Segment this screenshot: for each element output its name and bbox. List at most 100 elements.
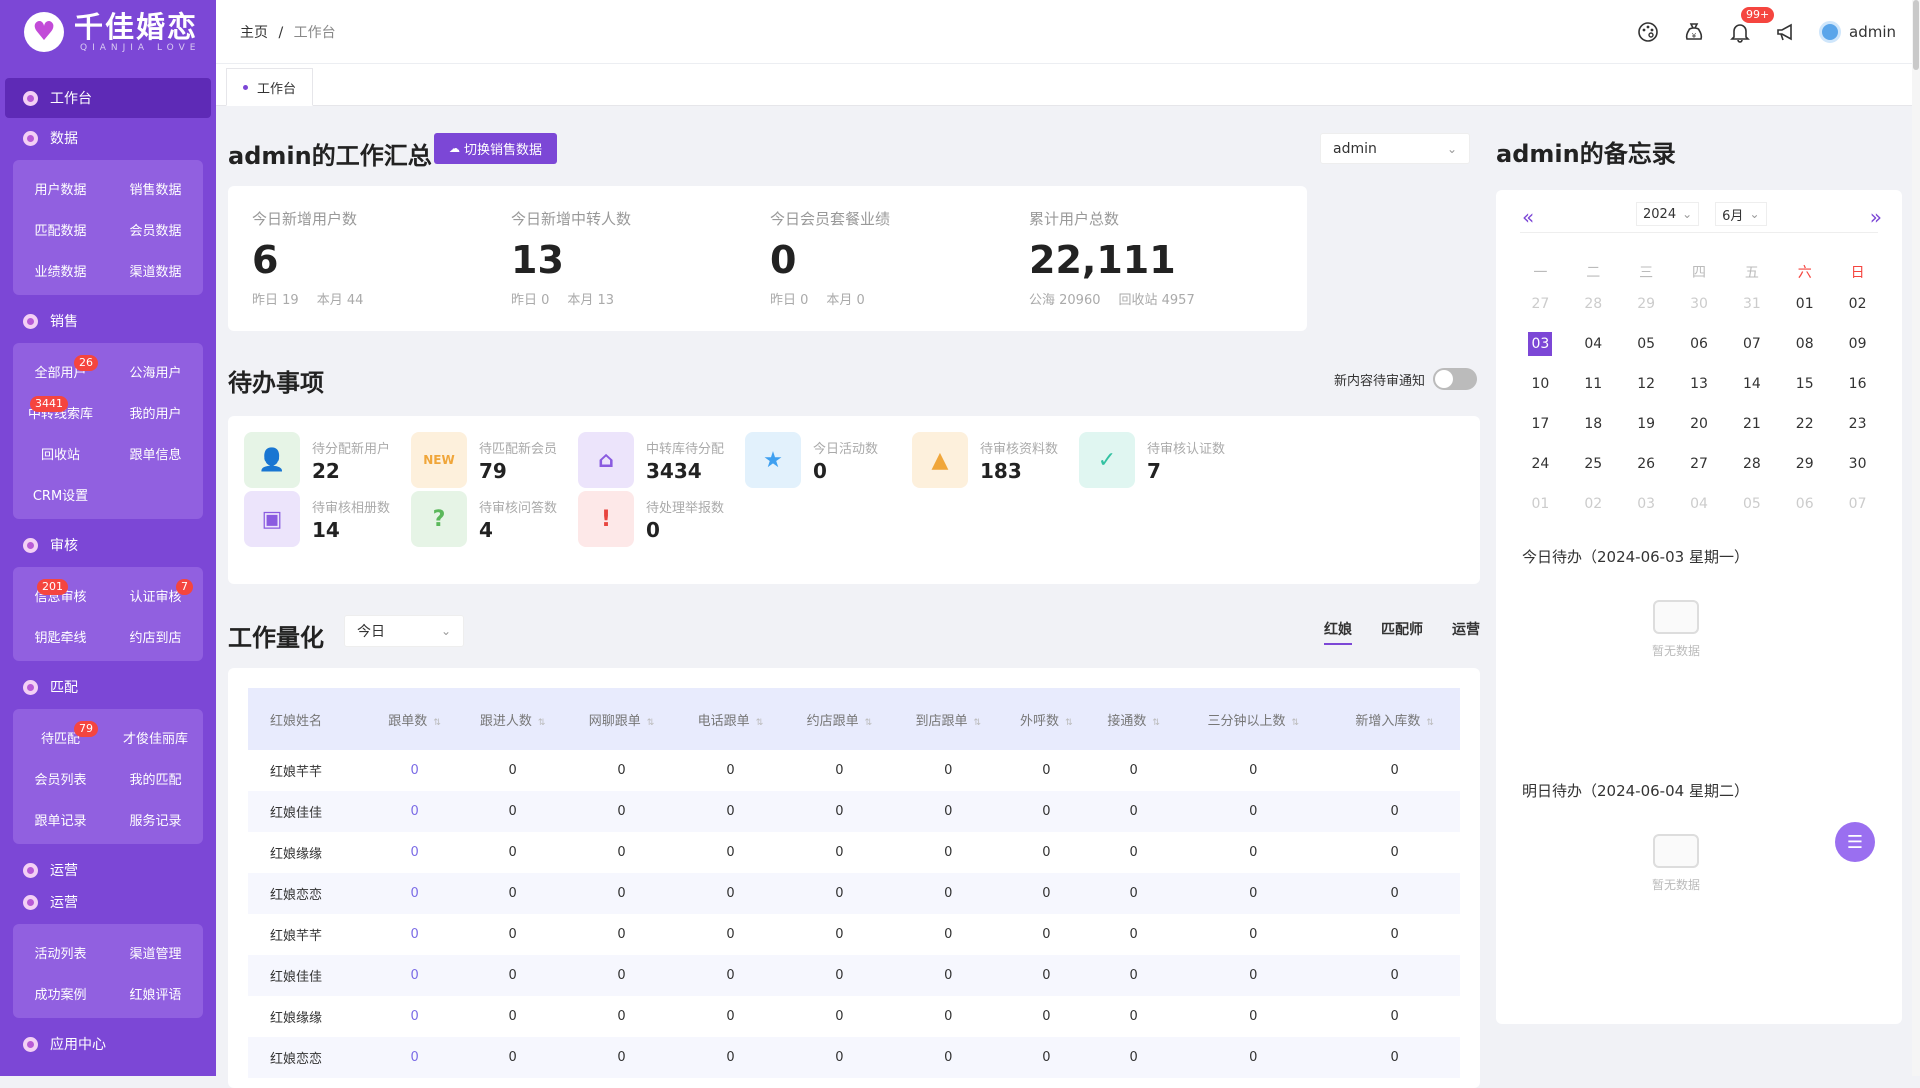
calendar-day[interactable]: 05	[1620, 324, 1673, 364]
calendar-day[interactable]: 01	[1778, 284, 1831, 324]
calendar-day[interactable]: 30	[1673, 284, 1726, 324]
calendar-day[interactable]: 03	[1620, 484, 1673, 524]
role-tab[interactable]: 匹配师	[1381, 619, 1423, 645]
sidebar-item[interactable]: 中转线索库 3441	[13, 392, 108, 433]
calendar-day[interactable]: 27	[1673, 444, 1726, 484]
prev-year-icon[interactable]: «	[1522, 205, 1534, 229]
switch-sales-data-button[interactable]: ☁ 切换销售数据	[434, 133, 558, 164]
sort-icon[interactable]: ⇅	[1152, 718, 1160, 728]
year-select[interactable]: 2024 ⌄	[1636, 202, 1700, 226]
calendar-day[interactable]: 11	[1567, 364, 1620, 404]
sidebar-item[interactable]: 红娘评语	[108, 973, 203, 1014]
sidebar-item[interactable]: 信息审核 201	[13, 575, 108, 616]
sidebar-item[interactable]: 成功案例	[13, 973, 108, 1014]
calendar-day[interactable]: 18	[1567, 404, 1620, 444]
sidebar-item[interactable]: 会员列表	[13, 758, 108, 799]
calendar-day[interactable]: 05	[1725, 484, 1778, 524]
calendar-day[interactable]: 21	[1725, 404, 1778, 444]
sidebar-item[interactable]: 约店到店	[108, 616, 203, 657]
sort-icon[interactable]: ⇅	[538, 718, 546, 728]
money-bag-icon[interactable]: ¥	[1681, 19, 1707, 45]
sidebar-section-1[interactable]: 销售	[0, 305, 216, 337]
palette-icon[interactable]	[1635, 19, 1661, 45]
table-header[interactable]: 网聊跟单 ⇅	[567, 688, 677, 750]
next-year-icon[interactable]: »	[1870, 205, 1882, 229]
calendar-day[interactable]: 02	[1831, 284, 1884, 324]
sidebar-section-0[interactable]: 数据	[0, 122, 216, 154]
sidebar-item[interactable]: 认证审核 7	[108, 575, 203, 616]
table-cell[interactable]: 0	[371, 750, 458, 791]
sidebar-section-ops[interactable]: 运营	[0, 854, 216, 886]
sort-icon[interactable]: ⇅	[647, 718, 655, 728]
sort-icon[interactable]: ⇅	[756, 718, 764, 728]
calendar-day[interactable]: 06	[1673, 324, 1726, 364]
sort-icon[interactable]: ⇅	[973, 718, 981, 728]
user-select[interactable]: admin ⌄	[1320, 133, 1470, 164]
calendar-day[interactable]: 07	[1831, 484, 1884, 524]
table-cell[interactable]: 0	[371, 832, 458, 873]
todo-item[interactable]: ! 待处理举报数 0	[578, 491, 778, 547]
audit-notify-toggle[interactable]: 新内容待审通知	[1334, 368, 1478, 390]
table-cell[interactable]: 0	[370, 791, 459, 832]
calendar-day[interactable]: 06	[1778, 484, 1831, 524]
sidebar-item[interactable]: 公海用户	[108, 351, 203, 392]
sort-icon[interactable]: ⇅	[1065, 718, 1073, 728]
calendar-day[interactable]: 31	[1725, 284, 1778, 324]
calendar-day[interactable]: 15	[1778, 364, 1831, 404]
table-cell[interactable]: 0	[370, 955, 459, 996]
sidebar-section-app-center[interactable]: 应用中心	[0, 1028, 216, 1060]
sidebar-item[interactable]: 销售数据	[108, 168, 203, 209]
calendar-day[interactable]: 23	[1831, 404, 1884, 444]
sidebar-item[interactable]: 活动列表	[13, 932, 108, 973]
sidebar-item[interactable]: 渠道管理	[108, 932, 203, 973]
calendar-day[interactable]: 28	[1567, 284, 1620, 324]
sidebar-item[interactable]: 会员数据	[108, 209, 203, 250]
calendar-day[interactable]: 27	[1514, 284, 1567, 324]
table-header[interactable]: 红娘姓名	[248, 688, 371, 750]
table-header[interactable]: 约店跟单 ⇅	[784, 688, 894, 750]
calendar-day[interactable]: 25	[1567, 444, 1620, 484]
calendar-day[interactable]: 14	[1725, 364, 1778, 404]
sidebar-item[interactable]: 回收站	[13, 433, 108, 474]
sort-icon[interactable]: ⇅	[1292, 718, 1300, 728]
sidebar-item[interactable]: 渠道数据	[108, 250, 203, 291]
page-scrollbar[interactable]	[1912, 0, 1920, 1076]
toggle-switch[interactable]	[1433, 368, 1478, 390]
sidebar-item[interactable]: 才俊佳丽库	[108, 717, 203, 758]
calendar-day[interactable]: 09	[1831, 324, 1884, 364]
list-float-button[interactable]: ☰	[1835, 822, 1875, 862]
sort-icon[interactable]: ⇅	[1426, 718, 1434, 728]
calendar-day[interactable]: 02	[1567, 484, 1620, 524]
calendar-day[interactable]: 16	[1831, 364, 1884, 404]
sidebar-item[interactable]: 跟单信息	[108, 433, 203, 474]
calendar-day[interactable]: 22	[1778, 404, 1831, 444]
calendar-day[interactable]: 29	[1620, 284, 1673, 324]
table-cell[interactable]: 0	[371, 996, 458, 1037]
table-cell[interactable]: 0	[371, 914, 458, 955]
sidebar-section-3[interactable]: 匹配	[0, 671, 216, 703]
month-select[interactable]: 6月 ⌄	[1715, 202, 1767, 226]
table-cell[interactable]: 0	[370, 873, 459, 914]
table-header[interactable]: 跟单数 ⇅	[370, 688, 459, 750]
sidebar-item[interactable]: 业绩数据	[13, 250, 108, 291]
sidebar-item[interactable]: 钥匙牵线	[13, 616, 108, 657]
table-header[interactable]: 电话跟单 ⇅	[676, 688, 785, 750]
calendar-day[interactable]: 24	[1514, 444, 1567, 484]
calendar-day[interactable]: 12	[1620, 364, 1673, 404]
calendar-day[interactable]: 20	[1673, 404, 1726, 444]
sidebar-item[interactable]: 用户数据	[13, 168, 108, 209]
table-cell[interactable]: 0	[370, 1037, 459, 1078]
table-header[interactable]: 到店跟单 ⇅	[893, 688, 1003, 750]
table-header[interactable]: 三分钟以上数 ⇅	[1177, 688, 1330, 750]
calendar-day[interactable]: 30	[1831, 444, 1884, 484]
sidebar-item[interactable]: 服务记录	[108, 799, 203, 840]
calendar-day[interactable]: 10	[1514, 364, 1567, 404]
user-menu[interactable]: admin	[1819, 20, 1896, 43]
sort-icon[interactable]: ⇅	[433, 718, 441, 728]
sidebar-item[interactable]: 待匹配 79	[13, 717, 108, 758]
calendar-day[interactable]: 04	[1673, 484, 1726, 524]
table-header[interactable]: 外呼数 ⇅	[1002, 688, 1090, 750]
calendar-day[interactable]: 01	[1514, 484, 1567, 524]
calendar-day[interactable]: 28	[1725, 444, 1778, 484]
calendar-day[interactable]: 07	[1725, 324, 1778, 364]
